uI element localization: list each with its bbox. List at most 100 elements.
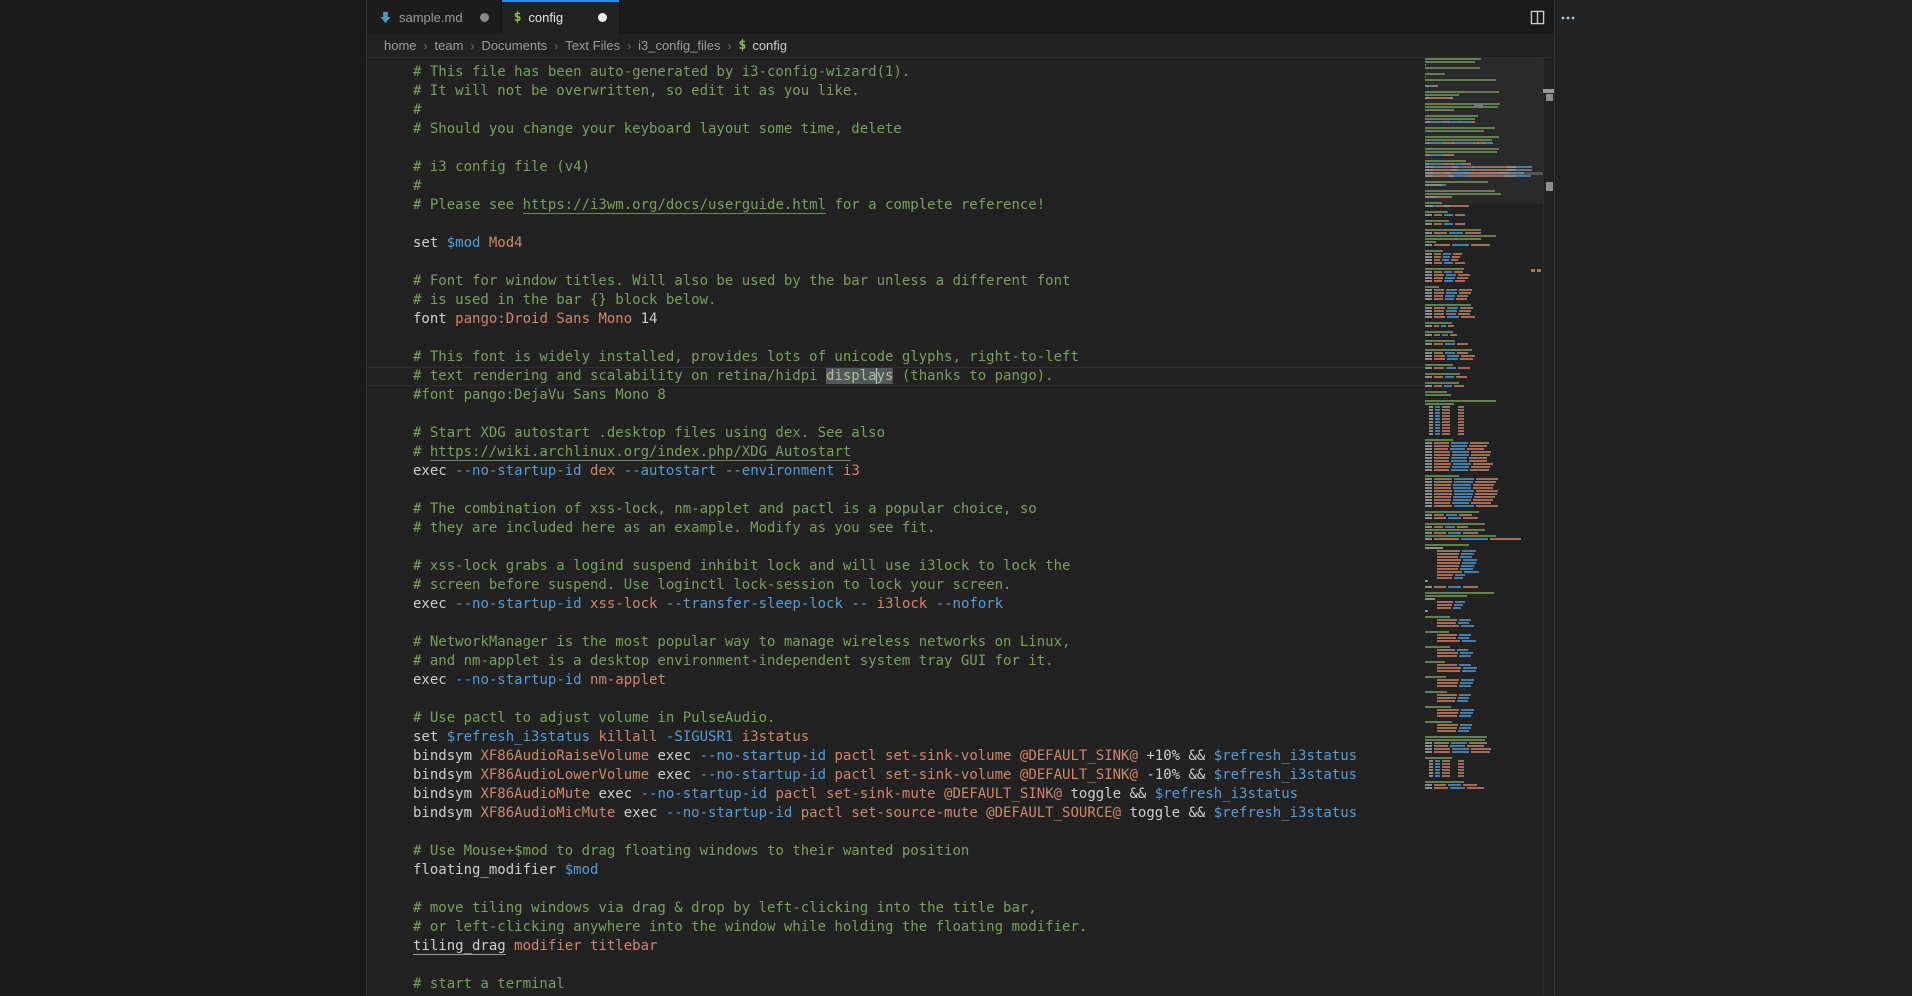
minimap-row bbox=[1425, 388, 1543, 390]
more-actions-button[interactable] bbox=[1555, 6, 1581, 30]
minimap-row bbox=[1425, 478, 1543, 480]
code-line[interactable]: # NetworkManager is the most popular way… bbox=[367, 633, 1425, 652]
code-line[interactable]: # start a terminal bbox=[367, 975, 1425, 994]
minimap-row bbox=[1425, 691, 1543, 693]
code-line[interactable]: # It will not be overwritten, so edit it… bbox=[367, 82, 1425, 101]
code-line[interactable]: # Font for window titles. Will also be u… bbox=[367, 272, 1425, 291]
code-line[interactable] bbox=[367, 956, 1425, 975]
code-line[interactable]: # Start XDG autostart .desktop files usi… bbox=[367, 424, 1425, 443]
minimap-row bbox=[1425, 655, 1543, 657]
code-line[interactable]: bindsym XF86AudioRaiseVolume exec --no-s… bbox=[367, 747, 1425, 766]
code-line[interactable]: # This file has been auto-generated by i… bbox=[367, 63, 1425, 82]
tab-config[interactable]: $ config bbox=[502, 0, 621, 34]
code-line[interactable] bbox=[367, 823, 1425, 842]
minimap-row bbox=[1425, 286, 1543, 288]
code-line[interactable]: # xss-lock grabs a logind suspend inhibi… bbox=[367, 557, 1425, 576]
code-line[interactable]: bindsym XF86AudioMute exec --no-startup-… bbox=[367, 785, 1425, 804]
minimap-row bbox=[1425, 382, 1543, 384]
minimap-row bbox=[1425, 469, 1543, 471]
minimap-row bbox=[1425, 364, 1543, 366]
code-line[interactable]: # and nm-applet is a desktop environment… bbox=[367, 652, 1425, 671]
code-line[interactable]: # i3 config file (v4) bbox=[367, 158, 1425, 177]
minimap-row bbox=[1425, 616, 1543, 618]
code-line[interactable]: set $refresh_i3status killall -SIGUSR1 i… bbox=[367, 728, 1425, 747]
code-line[interactable]: # Use Mouse+$mod to drag floating window… bbox=[367, 842, 1425, 861]
minimap-row bbox=[1425, 766, 1543, 768]
breadcrumb-item-text-files[interactable]: Text Files bbox=[565, 38, 620, 53]
breadcrumb-item-config[interactable]: $config bbox=[738, 38, 787, 53]
code-line[interactable] bbox=[367, 690, 1425, 709]
code-line[interactable]: # or left-clicking anywhere into the win… bbox=[367, 918, 1425, 937]
code-line[interactable] bbox=[367, 614, 1425, 633]
dirty-indicator[interactable] bbox=[480, 13, 489, 22]
code-line[interactable]: font pango:Droid Sans Mono 14 bbox=[367, 310, 1425, 329]
minimap-row bbox=[1425, 529, 1543, 531]
ruler-mark-square-2 bbox=[1546, 182, 1553, 191]
code-line[interactable] bbox=[367, 215, 1425, 234]
breadcrumb-item-documents[interactable]: Documents bbox=[481, 38, 547, 53]
code-line[interactable]: #font pango:DejaVu Sans Mono 8 bbox=[367, 386, 1425, 405]
code-line[interactable] bbox=[367, 139, 1425, 158]
code-line[interactable]: set $mod Mod4 bbox=[367, 234, 1425, 253]
tab-label: sample.md bbox=[399, 10, 463, 25]
minimap-row bbox=[1425, 418, 1543, 420]
code-line[interactable]: # bbox=[367, 101, 1425, 120]
breadcrumb-item-home[interactable]: home bbox=[384, 38, 417, 53]
code-line[interactable]: exec --no-startup-id nm-applet bbox=[367, 671, 1425, 690]
minimap-row bbox=[1425, 547, 1543, 549]
minimap-row bbox=[1425, 562, 1543, 564]
minimap-row bbox=[1425, 310, 1543, 312]
code-line[interactable]: # move tiling windows via drag & drop by… bbox=[367, 899, 1425, 918]
code-line[interactable]: # The combination of xss-lock, nm-applet… bbox=[367, 500, 1425, 519]
minimap-row bbox=[1425, 592, 1543, 594]
code-line[interactable]: # screen before suspend. Use loginctl lo… bbox=[367, 576, 1425, 595]
code-line[interactable]: # Use pactl to adjust volume in PulseAud… bbox=[367, 709, 1425, 728]
minimap-row bbox=[1425, 508, 1543, 510]
minimap-slider[interactable] bbox=[1425, 58, 1543, 204]
minimap-row bbox=[1425, 577, 1543, 579]
code-line[interactable]: # they are included here as an example. … bbox=[367, 519, 1425, 538]
code-line[interactable]: # is used in the bar {} block below. bbox=[367, 291, 1425, 310]
code-line[interactable] bbox=[367, 538, 1425, 557]
code-line-active[interactable]: # text rendering and scalability on reti… bbox=[367, 367, 1425, 386]
minimap-row bbox=[1425, 415, 1543, 417]
tab-sample-md[interactable]: sample.md bbox=[367, 0, 502, 34]
breadcrumb-item-team[interactable]: team bbox=[435, 38, 464, 53]
minimap-row bbox=[1425, 589, 1543, 591]
dirty-indicator[interactable] bbox=[598, 13, 607, 22]
minimap-row bbox=[1425, 223, 1543, 225]
minimap-row bbox=[1425, 334, 1543, 336]
breadcrumb-item-i3-config-files[interactable]: i3_config_files bbox=[638, 38, 720, 53]
breadcrumb-separator-icon: › bbox=[424, 39, 428, 53]
code-line[interactable] bbox=[367, 329, 1425, 348]
code-content[interactable]: # This file has been auto-generated by i… bbox=[367, 63, 1425, 996]
code-line[interactable]: # Should you change your keyboard layout… bbox=[367, 120, 1425, 139]
minimap-row bbox=[1425, 754, 1543, 756]
overview-ruler[interactable] bbox=[1543, 58, 1554, 996]
minimap-row bbox=[1425, 595, 1543, 597]
breadcrumb-label: i3_config_files bbox=[638, 38, 720, 53]
code-line[interactable]: # bbox=[367, 177, 1425, 196]
code-line[interactable]: bindsym XF86AudioMicMute exec --no-start… bbox=[367, 804, 1425, 823]
minimap-row bbox=[1425, 331, 1543, 333]
code-line[interactable]: bindsym XF86AudioLowerVolume exec --no-s… bbox=[367, 766, 1425, 785]
minimap-row bbox=[1425, 298, 1543, 300]
code-line[interactable] bbox=[367, 253, 1425, 272]
code-line[interactable]: exec --no-startup-id dex --autostart --e… bbox=[367, 462, 1425, 481]
editor[interactable]: # This file has been auto-generated by i… bbox=[367, 57, 1554, 996]
code-line[interactable]: # https://wiki.archlinux.org/index.php/X… bbox=[367, 443, 1425, 462]
code-line[interactable] bbox=[367, 405, 1425, 424]
minimap-row bbox=[1425, 541, 1543, 543]
code-line[interactable]: exec --no-startup-id xss-lock --transfer… bbox=[367, 595, 1425, 614]
minimap-row bbox=[1425, 628, 1543, 630]
minimap-row bbox=[1425, 643, 1543, 645]
split-editor-button[interactable] bbox=[1524, 5, 1550, 29]
code-line[interactable]: floating_modifier $mod bbox=[367, 861, 1425, 880]
code-line[interactable]: # This font is widely installed, provide… bbox=[367, 348, 1425, 367]
minimap-row bbox=[1425, 313, 1543, 315]
minimap-row bbox=[1425, 316, 1543, 318]
code-line[interactable] bbox=[367, 481, 1425, 500]
code-line[interactable] bbox=[367, 880, 1425, 899]
code-line[interactable]: tiling_drag modifier titlebar bbox=[367, 937, 1425, 956]
code-line[interactable]: # Please see https://i3wm.org/docs/userg… bbox=[367, 196, 1425, 215]
